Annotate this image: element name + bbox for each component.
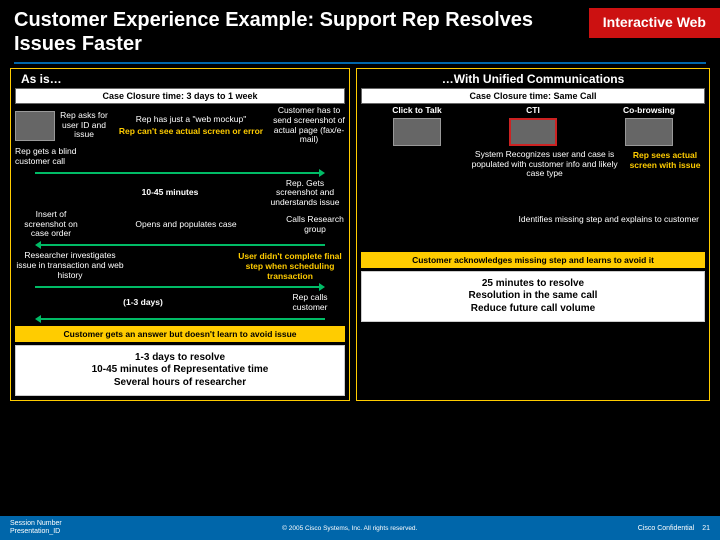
duration-1045: 10-45 minutes [142,188,199,198]
rep-asks: Rep asks for user ID and issue [59,111,109,140]
cti-label: CTI [526,106,540,116]
arrow-icon [35,315,325,323]
as-is-heading: As is… [15,72,345,86]
duration-13days: (1-3 days) [98,298,188,308]
rep-sees-screen: Rep sees actual screen with issue [625,150,705,170]
screen-placeholder [625,118,673,146]
as-is-panel: As is… Case Closure time: 3 days to 1 we… [10,68,350,401]
closure-chip-right: Case Closure time: Same Call [361,88,705,104]
confidential-label: Cisco Confidential [638,525,694,532]
cobrowsing-label: Co-browsing [623,106,675,116]
footer-bar: Session Number Presentation_ID © 2005 Ci… [0,516,720,540]
closure-chip-left: Case Closure time: 3 days to 1 week [15,88,345,104]
rep-gets-screenshot: Rep. Gets screenshot and understands iss… [265,179,345,208]
insert-screenshot: Insert of screenshot on case order [15,210,87,239]
calls-research: Calls Research group [285,215,345,235]
opens-case: Opens and populates case [91,220,281,230]
system-recognizes: System Recognizes user and case is popul… [468,150,621,179]
copyright: © 2005 Cisco Systems, Inc. All rights re… [282,525,417,532]
click-to-talk: Click to Talk [392,106,441,116]
rep-blind: Rep gets a blind customer call [15,147,85,167]
arrow-icon [35,241,325,249]
outcome-right: Customer acknowledges missing step and l… [361,252,705,268]
arrow-icon [35,169,325,177]
interactive-web-badge: Interactive Web [589,0,720,38]
rep-calls-customer: Rep calls customer [275,293,345,313]
divider [14,62,706,64]
screen-placeholder [509,118,557,146]
session-id: Session Number Presentation_ID [10,520,62,535]
page-number: 21 [702,525,710,532]
summary-left: 1-3 days to resolve 10-45 minutes of Rep… [15,345,345,397]
user-didnt-complete: User didn't complete final step when sch… [235,251,345,281]
with-uc-heading: …With Unified Communications [361,72,705,86]
researcher-investigates: Researcher investigates issue in transac… [15,251,125,280]
web-mockup: Rep has just a "web mockup" [136,115,246,125]
outcome-left: Customer gets an answer but doesn't lear… [15,326,345,342]
identifies-missing: Identifies missing step and explains to … [361,215,705,225]
summary-right: 25 minutes to resolve Resolution in the … [361,271,705,323]
slide-title: Customer Experience Example: Support Rep… [14,8,589,56]
customer-sends: Customer has to send screenshot of actua… [273,106,345,145]
photo-placeholder [393,118,441,146]
cant-see: Rep can't see actual screen or error [119,126,263,136]
arrow-icon [35,283,325,291]
photo-placeholder [15,111,55,141]
with-uc-panel: …With Unified Communications Case Closur… [356,68,710,401]
